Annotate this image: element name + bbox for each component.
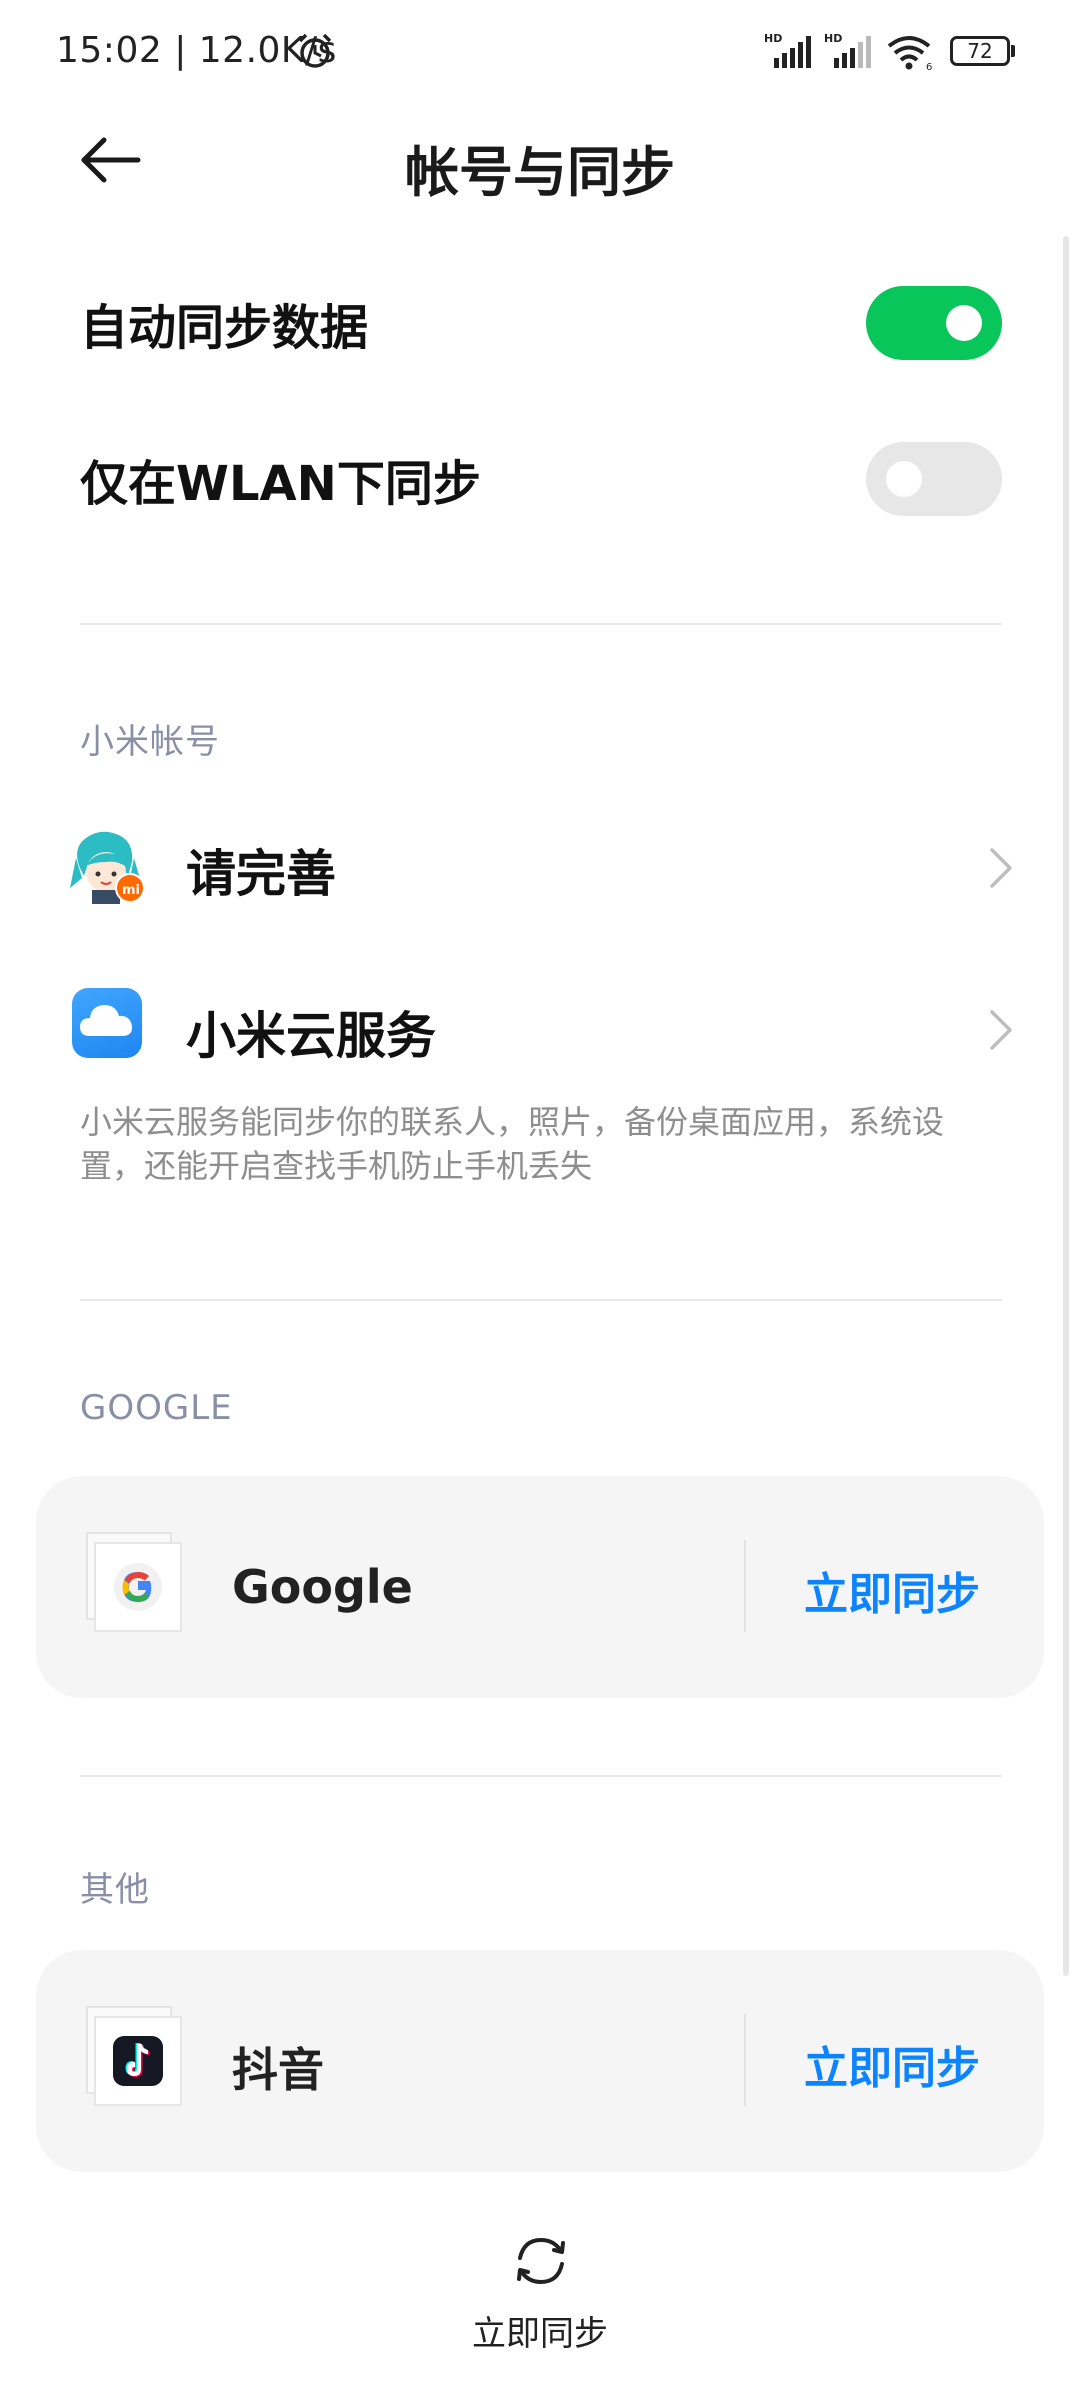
wlan-only-label: 仅在WLAN下同步 [80, 456, 481, 512]
sync-all-button[interactable]: 立即同步 [440, 2232, 640, 2354]
auto-sync-toggle[interactable] [866, 286, 1002, 360]
google-account-label: Google [232, 1560, 413, 1614]
divider [80, 623, 1002, 625]
xiaomi-cloud-label: 小米云服务 [186, 1007, 436, 1065]
battery-level: 72 [967, 39, 993, 63]
divider [80, 1299, 1002, 1301]
svg-text:HD: HD [824, 32, 842, 45]
divider [80, 1775, 1002, 1777]
douyin-account-label: 抖音 [232, 2043, 324, 2097]
header: 帐号与同步 [0, 110, 1080, 210]
sync-refresh-icon [517, 2237, 565, 2285]
google-sync-now-button[interactable]: 立即同步 [772, 1558, 1012, 1622]
wifi-icon: 6 [887, 36, 932, 72]
xiaomi-cloud-description: 小米云服务能同步你的联系人，照片，备份桌面应用，系统设置，还能开启查找手机防止手… [80, 1103, 945, 1185]
profile-label: 请完善 [186, 845, 336, 903]
xiaomi-cloud-icon [72, 988, 142, 1058]
battery-indicator: 72 [950, 36, 1015, 66]
wlan-only-toggle[interactable] [866, 442, 1002, 516]
cellular-signal-icon-2: HD [824, 32, 871, 68]
sync-all-label: 立即同步 [472, 2314, 608, 2354]
xiaomi-cloud-row[interactable]: 小米云服务 [0, 956, 1080, 1096]
google-account-card[interactable]: Google 立即同步 [36, 1476, 1044, 1698]
section-header-google: GOOGLE [80, 1388, 233, 1428]
douyin-account-card[interactable]: 抖音 立即同步 [36, 1950, 1044, 2172]
cellular-signal-icon: HD [764, 32, 811, 68]
svg-text:6: 6 [926, 62, 932, 72]
page-title: 帐号与同步 [405, 141, 675, 204]
google-g-icon [114, 1563, 162, 1611]
status-time-speed: 15:02 | 12.0K/s [56, 30, 337, 71]
avatar: mi [70, 831, 144, 904]
auto-sync-label: 自动同步数据 [80, 300, 369, 356]
chevron-right-icon [990, 848, 1012, 888]
wlan-only-row[interactable]: 仅在WLAN下同步 [0, 408, 1080, 538]
auto-sync-row[interactable]: 自动同步数据 [0, 252, 1080, 382]
alarm-clock-icon [298, 33, 332, 68]
douyin-icon-stack [86, 2006, 186, 2106]
google-icon-stack [86, 1532, 186, 1632]
chevron-right-icon [990, 1010, 1012, 1050]
card-separator [744, 2014, 746, 2106]
profile-row[interactable]: mi 请完善 [0, 794, 1080, 934]
status-bar: 15:02 | 12.0K/s HD HD 6 72 [0, 0, 1080, 104]
section-header-xiaomi: 小米帐号 [80, 722, 220, 762]
douyin-icon [113, 2036, 163, 2086]
section-header-other: 其他 [80, 1870, 150, 1910]
card-separator [744, 1540, 746, 1632]
douyin-sync-now-button[interactable]: 立即同步 [772, 2032, 1012, 2096]
svg-text:mi: mi [122, 883, 140, 898]
svg-text:HD: HD [764, 32, 782, 45]
